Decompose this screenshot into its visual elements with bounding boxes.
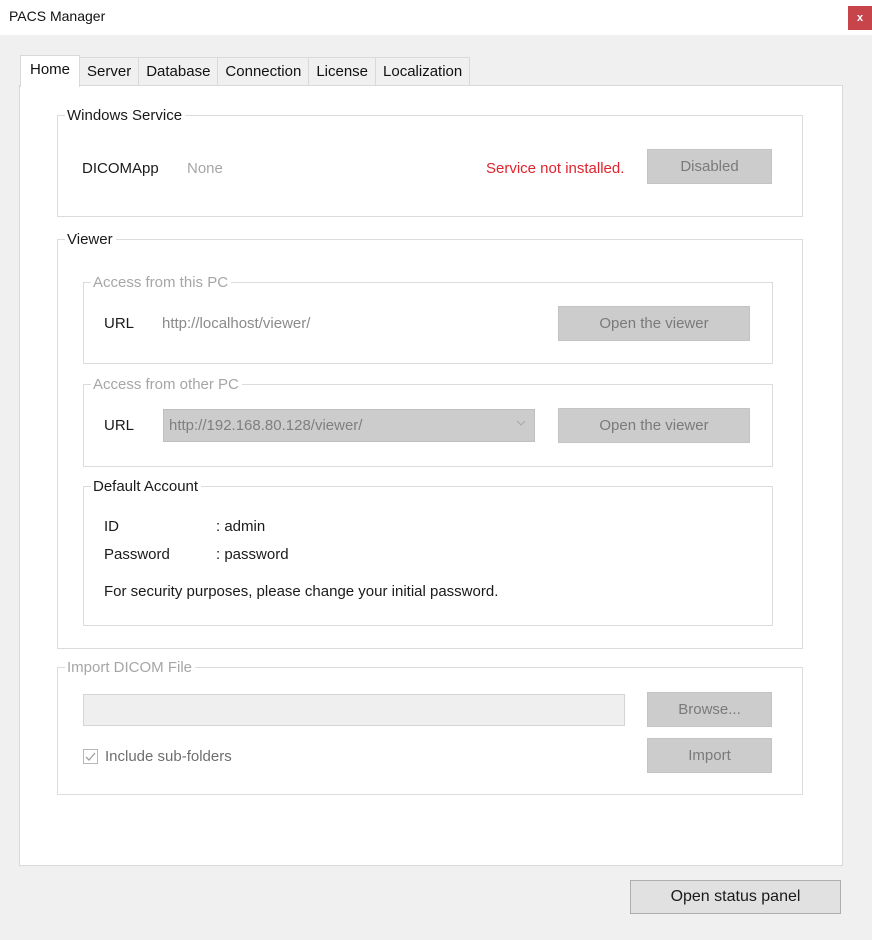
tab-bar: Home Server Database Connection License … — [20, 55, 471, 87]
tab-server[interactable]: Server — [80, 57, 140, 86]
tab-license[interactable]: License — [309, 57, 377, 86]
tab-connection[interactable]: Connection — [218, 57, 310, 86]
other-url-dropdown[interactable]: http://192.168.80.128/viewer/ — [163, 409, 535, 442]
browse-button[interactable]: Browse... — [647, 692, 772, 727]
include-subfolders-checkbox[interactable] — [83, 749, 98, 764]
tab-localization[interactable]: Localization — [376, 57, 471, 86]
open-viewer-local-button[interactable]: Open the viewer — [558, 306, 750, 341]
security-note: For security purposes, please change you… — [104, 583, 499, 600]
home-tab-panel: Windows Service DICOMApp None Service no… — [19, 85, 843, 866]
import-dicom-group: Import DICOM File — [57, 659, 803, 795]
open-viewer-other-button[interactable]: Open the viewer — [558, 408, 750, 443]
local-url-value: http://localhost/viewer/ — [162, 315, 311, 332]
import-button[interactable]: Import — [647, 738, 772, 773]
close-icon: x — [856, 12, 864, 24]
other-url-selected: http://192.168.80.128/viewer/ — [169, 417, 363, 434]
tab-database[interactable]: Database — [139, 57, 219, 86]
open-status-panel-button[interactable]: Open status panel — [630, 880, 841, 914]
import-path-input[interactable] — [83, 694, 625, 726]
service-name-label: DICOMApp — [82, 160, 159, 177]
viewer-legend: Viewer — [67, 231, 113, 248]
local-url-label: URL — [104, 315, 135, 332]
windows-service-legend: Windows Service — [67, 107, 183, 124]
service-status-text: Service not installed. — [486, 160, 625, 177]
include-subfolders-label[interactable]: Include sub-folders — [105, 748, 232, 765]
access-other-legend: Access from other PC — [93, 376, 239, 393]
chevron-down-icon — [516, 420, 526, 426]
close-button[interactable]: x — [848, 6, 872, 30]
checkmark-icon — [85, 752, 96, 761]
service-value: None — [187, 160, 223, 177]
default-account-group: Default Account — [83, 478, 773, 626]
title-bar: PACS Manager x — [0, 0, 872, 35]
window-title: PACS Manager — [9, 8, 106, 24]
account-id-value: : admin — [216, 518, 266, 535]
account-id-label: ID — [104, 518, 119, 535]
default-account-legend: Default Account — [93, 478, 199, 495]
tab-home[interactable]: Home — [20, 55, 81, 87]
access-local-legend: Access from this PC — [93, 274, 229, 291]
account-password-value: : password — [216, 546, 289, 563]
import-dicom-legend: Import DICOM File — [67, 659, 193, 676]
service-disabled-button[interactable]: Disabled — [647, 149, 772, 184]
other-url-label: URL — [104, 417, 135, 434]
account-password-label: Password — [104, 546, 170, 563]
